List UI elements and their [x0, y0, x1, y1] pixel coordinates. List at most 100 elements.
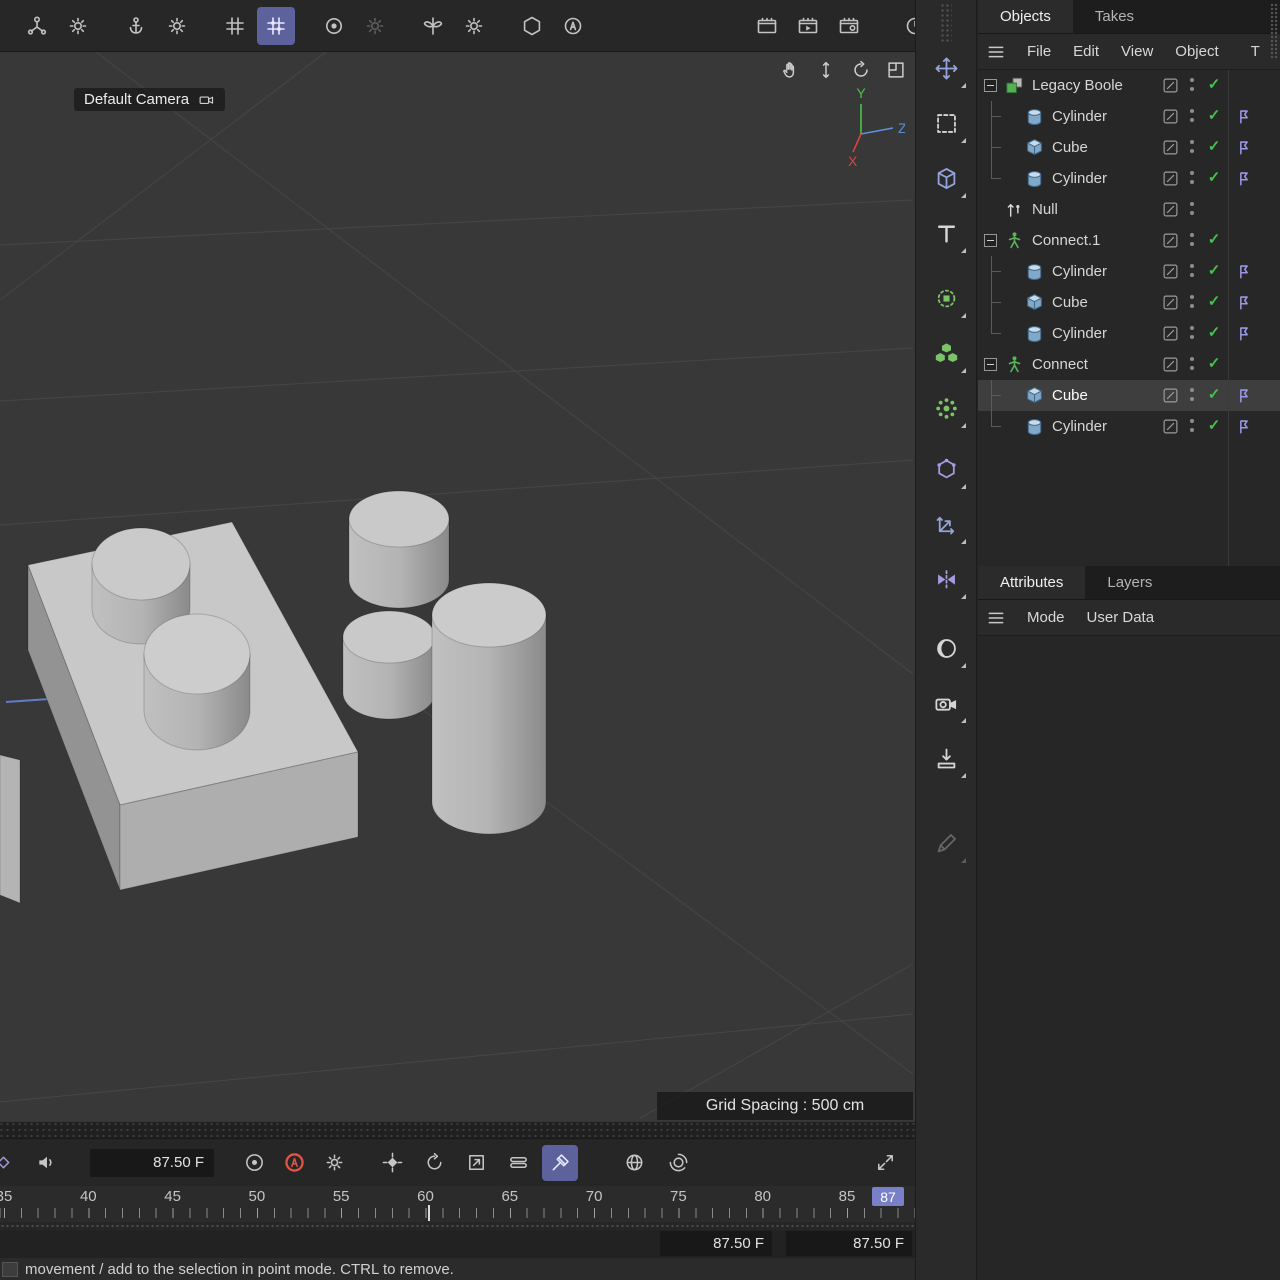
- character-settings-gear-button[interactable]: [59, 7, 97, 45]
- visibility-dots[interactable]: [1189, 77, 1195, 95]
- tree-item-connect-1[interactable]: Connect.1✓: [978, 225, 1280, 256]
- partial-brick[interactable]: [0, 755, 20, 903]
- camera-orbit-toggle-button[interactable]: [660, 1145, 696, 1181]
- viewport[interactable]: Default Camera Y Z X Grid Spacing : 500 …: [0, 52, 915, 1122]
- move-tool-button[interactable]: [923, 45, 969, 91]
- timeline-ticks[interactable]: [0, 1208, 915, 1218]
- visibility-dots[interactable]: [1189, 294, 1195, 312]
- range-field-1[interactable]: 87.50 F: [660, 1231, 772, 1256]
- edit-tag-icon[interactable]: [1162, 418, 1179, 435]
- tree-item-cylinder[interactable]: Cylinder✓: [978, 411, 1280, 442]
- enabled-checkmark[interactable]: ✓: [1204, 385, 1224, 403]
- record-rotation-button[interactable]: [416, 1145, 452, 1181]
- frame-view-button[interactable]: [883, 57, 909, 83]
- add-cube-button[interactable]: [923, 155, 969, 201]
- palette-grip[interactable]: [940, 3, 952, 43]
- palette-separator[interactable]: [0, 1122, 915, 1138]
- edit-tag-icon[interactable]: [1162, 170, 1179, 187]
- edit-tag-icon[interactable]: [1162, 77, 1179, 94]
- hamburger-icon[interactable]: [986, 42, 1010, 62]
- tree-item-cylinder[interactable]: Cylinder✓: [978, 256, 1280, 287]
- text-tool-button[interactable]: [923, 210, 969, 256]
- solo-toggle-button[interactable]: [616, 1145, 652, 1181]
- expand-toggle[interactable]: [984, 358, 997, 371]
- pan-hand-button[interactable]: [778, 57, 804, 83]
- phong-tag-icon[interactable]: [1235, 107, 1253, 125]
- timeline-playhead[interactable]: 87: [872, 1187, 904, 1206]
- edit-tag-icon[interactable]: [1162, 139, 1179, 156]
- expand-toggle[interactable]: [984, 79, 997, 92]
- anchor-settings-gear-button[interactable]: [158, 7, 196, 45]
- enabled-checkmark[interactable]: ✓: [1204, 261, 1224, 279]
- visibility-dots[interactable]: [1189, 356, 1195, 374]
- character-tool-button[interactable]: [18, 7, 56, 45]
- render-settings-button[interactable]: [830, 7, 868, 45]
- timeline-ruler[interactable]: 3540455055606570758085 87: [0, 1186, 915, 1222]
- annotate-circle-a-button[interactable]: [554, 7, 592, 45]
- rectangle-select-button[interactable]: [923, 100, 969, 146]
- visibility-dots[interactable]: [1189, 263, 1195, 281]
- visibility-dots[interactable]: [1189, 201, 1195, 219]
- phong-tag-icon[interactable]: [1235, 417, 1253, 435]
- knife-tool-button[interactable]: [414, 7, 452, 45]
- annotate-pen-button[interactable]: [923, 820, 969, 866]
- tab-takes[interactable]: Takes: [1073, 0, 1156, 33]
- enabled-checkmark[interactable]: ✓: [1204, 354, 1224, 372]
- phong-tag-icon[interactable]: [1235, 324, 1253, 342]
- record-pla-button[interactable]: [542, 1145, 578, 1181]
- record-scale-button[interactable]: [458, 1145, 494, 1181]
- tab-attributes[interactable]: Attributes: [978, 566, 1085, 599]
- tree-item-cube[interactable]: Cube✓: [978, 380, 1280, 411]
- phong-tag-icon[interactable]: [1235, 169, 1253, 187]
- tree-item-connect[interactable]: Connect✓: [978, 349, 1280, 380]
- visibility-dots[interactable]: [1189, 418, 1195, 436]
- edit-tag-icon[interactable]: [1162, 356, 1179, 373]
- snap-settings-gear-button[interactable]: [356, 7, 394, 45]
- tree-item-cylinder[interactable]: Cylinder✓: [978, 163, 1280, 194]
- render-view-button[interactable]: [748, 7, 786, 45]
- edit-tag-icon[interactable]: [1162, 201, 1179, 218]
- orbit-rotate-button[interactable]: [848, 57, 874, 83]
- enabled-checkmark[interactable]: ✓: [1204, 106, 1224, 124]
- current-frame-field[interactable]: 87.50 F: [90, 1149, 214, 1177]
- enabled-checkmark[interactable]: ✓: [1204, 75, 1224, 93]
- grid-snap-button[interactable]: [216, 7, 254, 45]
- render-picture-viewer-button[interactable]: [789, 7, 827, 45]
- tree-item-cylinder[interactable]: Cylinder✓: [978, 101, 1280, 132]
- dolly-vertical-button[interactable]: [813, 57, 839, 83]
- menu-mode[interactable]: Mode: [1016, 609, 1076, 626]
- ngon-tool-button[interactable]: [513, 7, 551, 45]
- palette-separator[interactable]: [0, 1222, 915, 1230]
- anchor-tool-button[interactable]: [117, 7, 155, 45]
- phong-tag-icon[interactable]: [1235, 138, 1253, 156]
- generators-button[interactable]: [923, 385, 969, 431]
- menu-view[interactable]: View: [1110, 43, 1164, 60]
- symmetry-mirror-button[interactable]: [923, 556, 969, 602]
- cylinder-c[interactable]: [432, 583, 546, 834]
- workplane-snap-button[interactable]: [257, 7, 295, 45]
- expand-toggle[interactable]: [984, 234, 997, 247]
- modeling-settings-button[interactable]: [923, 275, 969, 321]
- drop-to-floor-button[interactable]: [923, 735, 969, 781]
- phong-tag-icon[interactable]: [1235, 293, 1253, 311]
- tree-item-cube[interactable]: Cube✓: [978, 132, 1280, 163]
- visibility-dots[interactable]: [1189, 170, 1195, 188]
- edit-tag-icon[interactable]: [1162, 263, 1179, 280]
- keyframe-clip-button[interactable]: [0, 1145, 18, 1181]
- edit-tag-icon[interactable]: [1162, 325, 1179, 342]
- tree-item-legacy-boole[interactable]: Legacy Boole✓: [978, 70, 1280, 101]
- edit-tag-icon[interactable]: [1162, 294, 1179, 311]
- record-position-button[interactable]: [374, 1145, 410, 1181]
- sphere-shade-button[interactable]: [923, 625, 969, 671]
- visibility-dots[interactable]: [1189, 325, 1195, 343]
- cylinder-b[interactable]: [343, 611, 435, 719]
- camera-label[interactable]: Default Camera: [74, 88, 225, 111]
- enabled-checkmark[interactable]: ✓: [1204, 230, 1224, 248]
- maximize-layout-button[interactable]: [867, 1145, 903, 1181]
- enabled-checkmark[interactable]: ✓: [1204, 416, 1224, 434]
- tab-layers[interactable]: Layers: [1085, 566, 1174, 599]
- enabled-checkmark[interactable]: ✓: [1204, 137, 1224, 155]
- asset-browser-button[interactable]: [923, 330, 969, 376]
- edit-tag-icon[interactable]: [1162, 108, 1179, 125]
- autokeying-button[interactable]: [276, 1145, 312, 1181]
